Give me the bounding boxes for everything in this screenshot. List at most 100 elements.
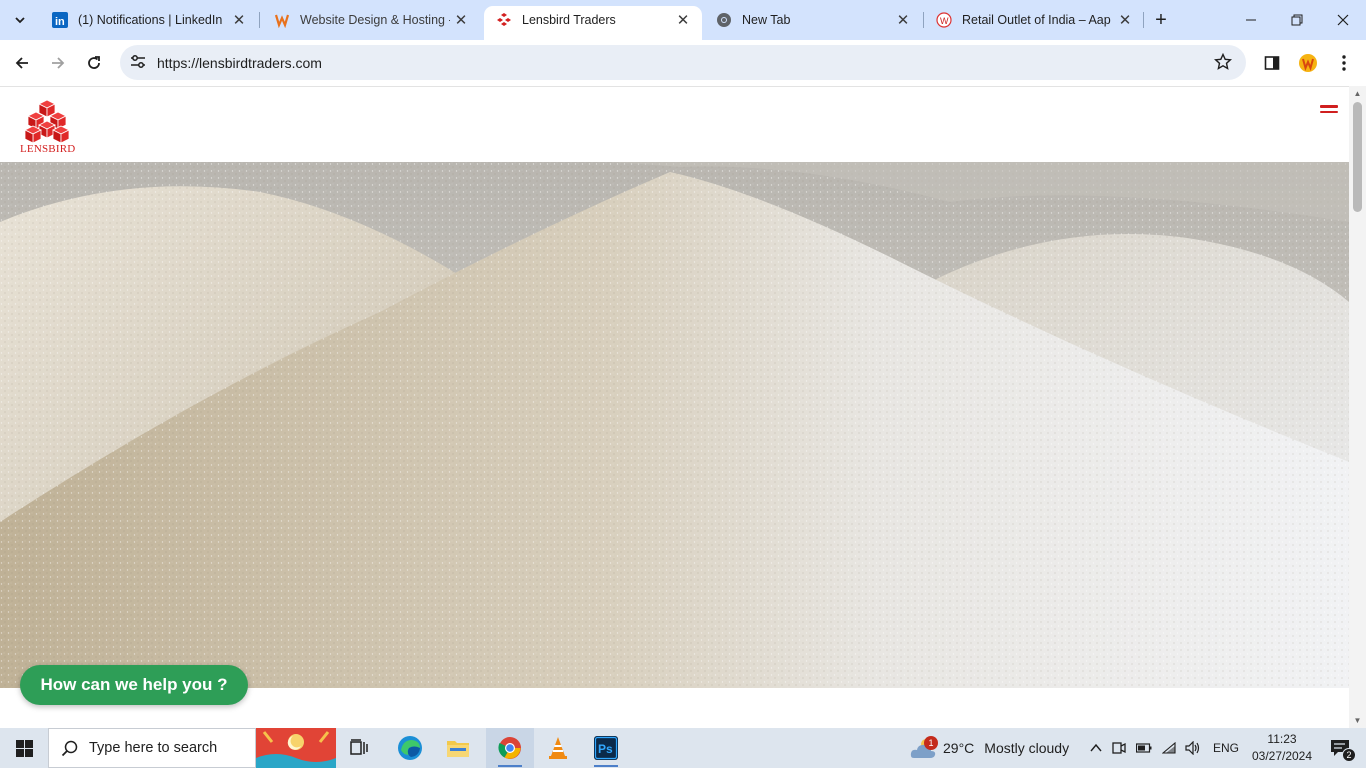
tab-close-icon[interactable]: ✕ <box>894 11 912 29</box>
edge-icon <box>398 736 422 760</box>
tab-hosting[interactable]: Website Design & Hosting - ✕ <box>262 0 480 40</box>
arrow-left-icon <box>15 57 28 69</box>
tab-retail[interactable]: W Retail Outlet of India – Aap ✕ <box>924 0 1142 40</box>
weather-widget[interactable]: 1 29°C Mostly cloudy <box>910 728 1069 768</box>
scroll-up-icon[interactable]: ▲ <box>1353 90 1362 98</box>
chrome-logo-icon <box>498 737 521 759</box>
hero-image <box>0 162 1349 688</box>
reload-button[interactable] <box>78 47 110 79</box>
extension-avatar-icon <box>1299 54 1317 72</box>
reload-icon <box>88 56 100 69</box>
new-tab-button[interactable]: + <box>1150 9 1172 31</box>
tab-close-icon[interactable]: ✕ <box>452 11 470 29</box>
task-view-icon <box>350 739 368 755</box>
svg-text:Ps: Ps <box>598 742 613 756</box>
weather-badge: 1 <box>924 736 938 750</box>
page-scrollbar[interactable]: ▲ ▼ <box>1349 86 1366 728</box>
clock[interactable]: 11:23 03/27/2024 <box>1250 731 1314 765</box>
chrome-taskbar-button[interactable] <box>486 728 534 768</box>
volume-icon[interactable] <box>1185 741 1201 755</box>
tab-title: New Tab <box>742 13 791 27</box>
more-vertical-icon <box>1342 55 1346 71</box>
logo-text: LENSBIRD <box>20 143 76 155</box>
help-chat-button[interactable]: How can we help you ? <box>20 665 248 705</box>
tab-close-icon[interactable]: ✕ <box>674 11 692 29</box>
search-highlight-icon <box>256 728 336 768</box>
side-panel-button[interactable] <box>1256 47 1288 79</box>
site-header: LENSBIRD <box>0 87 1349 162</box>
tab-lensbird[interactable]: Lensbird Traders ✕ <box>484 6 702 40</box>
weather-description: Mostly cloudy <box>984 740 1070 756</box>
system-tray: ENG <box>1090 728 1239 768</box>
restore-button[interactable] <box>1274 0 1320 40</box>
tab-strip: in (1) Notifications | LinkedIn ✕ Websit… <box>0 0 1366 40</box>
back-button[interactable] <box>6 47 38 79</box>
wifi-icon[interactable] <box>1162 742 1176 754</box>
search-placeholder: Type here to search <box>89 740 218 756</box>
lensbird-icon <box>497 13 511 26</box>
bookmark-star-icon[interactable] <box>1214 53 1232 71</box>
tab-title: Lensbird Traders <box>522 13 616 27</box>
chevron-up-icon[interactable] <box>1090 743 1102 753</box>
restore-icon <box>1291 14 1303 26</box>
battery-icon[interactable] <box>1136 743 1152 753</box>
tab-new[interactable]: New Tab ✕ <box>704 0 922 40</box>
edge-taskbar-button[interactable] <box>386 728 434 768</box>
tab-linkedin[interactable]: in (1) Notifications | LinkedIn ✕ <box>40 0 258 40</box>
meet-now-icon[interactable] <box>1112 741 1126 755</box>
tab-close-icon[interactable]: ✕ <box>230 11 248 29</box>
scrollbar-thumb[interactable] <box>1353 102 1362 212</box>
url-text[interactable]: https://lensbirdtraders.com <box>157 55 322 71</box>
tab-search-button[interactable] <box>8 8 32 32</box>
file-explorer-button[interactable] <box>434 728 482 768</box>
tab-separator <box>1143 12 1144 28</box>
windows-logo-icon <box>15 739 33 757</box>
plus-icon: + <box>1155 8 1167 31</box>
side-panel-icon <box>1264 56 1280 70</box>
scroll-down-icon[interactable]: ▼ <box>1353 717 1362 725</box>
arrow-right-icon <box>52 57 65 69</box>
site-info-button[interactable] <box>128 52 148 72</box>
photoshop-taskbar-button[interactable]: Ps <box>582 728 630 768</box>
tab-separator <box>259 12 260 28</box>
clock-time: 11:23 <box>1267 732 1297 746</box>
task-view-button[interactable] <box>336 728 384 768</box>
profile-button[interactable] <box>1292 47 1324 79</box>
tune-icon <box>131 55 145 68</box>
retail-icon: W <box>936 12 952 28</box>
taskbar-search-box[interactable]: Type here to search <box>48 728 256 768</box>
search-icon <box>61 740 78 757</box>
vlc-taskbar-button[interactable] <box>534 728 582 768</box>
hosting-icon <box>274 14 290 28</box>
browser-menu-button[interactable] <box>1328 47 1360 79</box>
sugar-piles-image <box>0 162 1349 688</box>
close-icon <box>1337 14 1349 26</box>
notification-center-button[interactable]: 2 <box>1322 728 1358 768</box>
vlc-cone-icon <box>549 737 567 759</box>
svg-text:in: in <box>55 16 65 28</box>
minimize-icon <box>1246 19 1256 21</box>
chrome-icon <box>717 13 731 27</box>
svg-text:W: W <box>940 16 949 26</box>
forward-button[interactable] <box>42 47 74 79</box>
folder-icon <box>447 741 469 757</box>
tab-close-icon[interactable]: ✕ <box>1116 11 1134 29</box>
clock-date: 03/27/2024 <box>1251 749 1313 763</box>
photoshop-icon: Ps <box>594 736 618 760</box>
input-language[interactable]: ENG <box>1213 741 1239 755</box>
linkedin-icon: in <box>52 12 68 28</box>
start-button[interactable] <box>0 728 48 768</box>
chevron-down-icon <box>15 17 25 24</box>
weather-temperature: 29°C <box>943 740 975 756</box>
hamburger-menu-icon[interactable] <box>1320 105 1338 117</box>
close-window-button[interactable] <box>1320 0 1366 40</box>
minimize-button[interactable] <box>1228 0 1274 40</box>
page-viewport: LENSBIRD How can we help you ? <box>0 86 1349 728</box>
search-highlight-button[interactable] <box>256 728 336 768</box>
notification-count-badge: 2 <box>1342 748 1356 762</box>
address-bar[interactable]: https://lensbirdtraders.com <box>120 45 1246 80</box>
windows-taskbar: Type here to search Ps 1 29°C Mostly clo… <box>0 728 1366 768</box>
tab-title: Website Design & Hosting - <box>300 13 450 27</box>
tab-title: (1) Notifications | LinkedIn <box>78 13 223 27</box>
tab-title: Retail Outlet of India – Aap <box>962 13 1111 27</box>
